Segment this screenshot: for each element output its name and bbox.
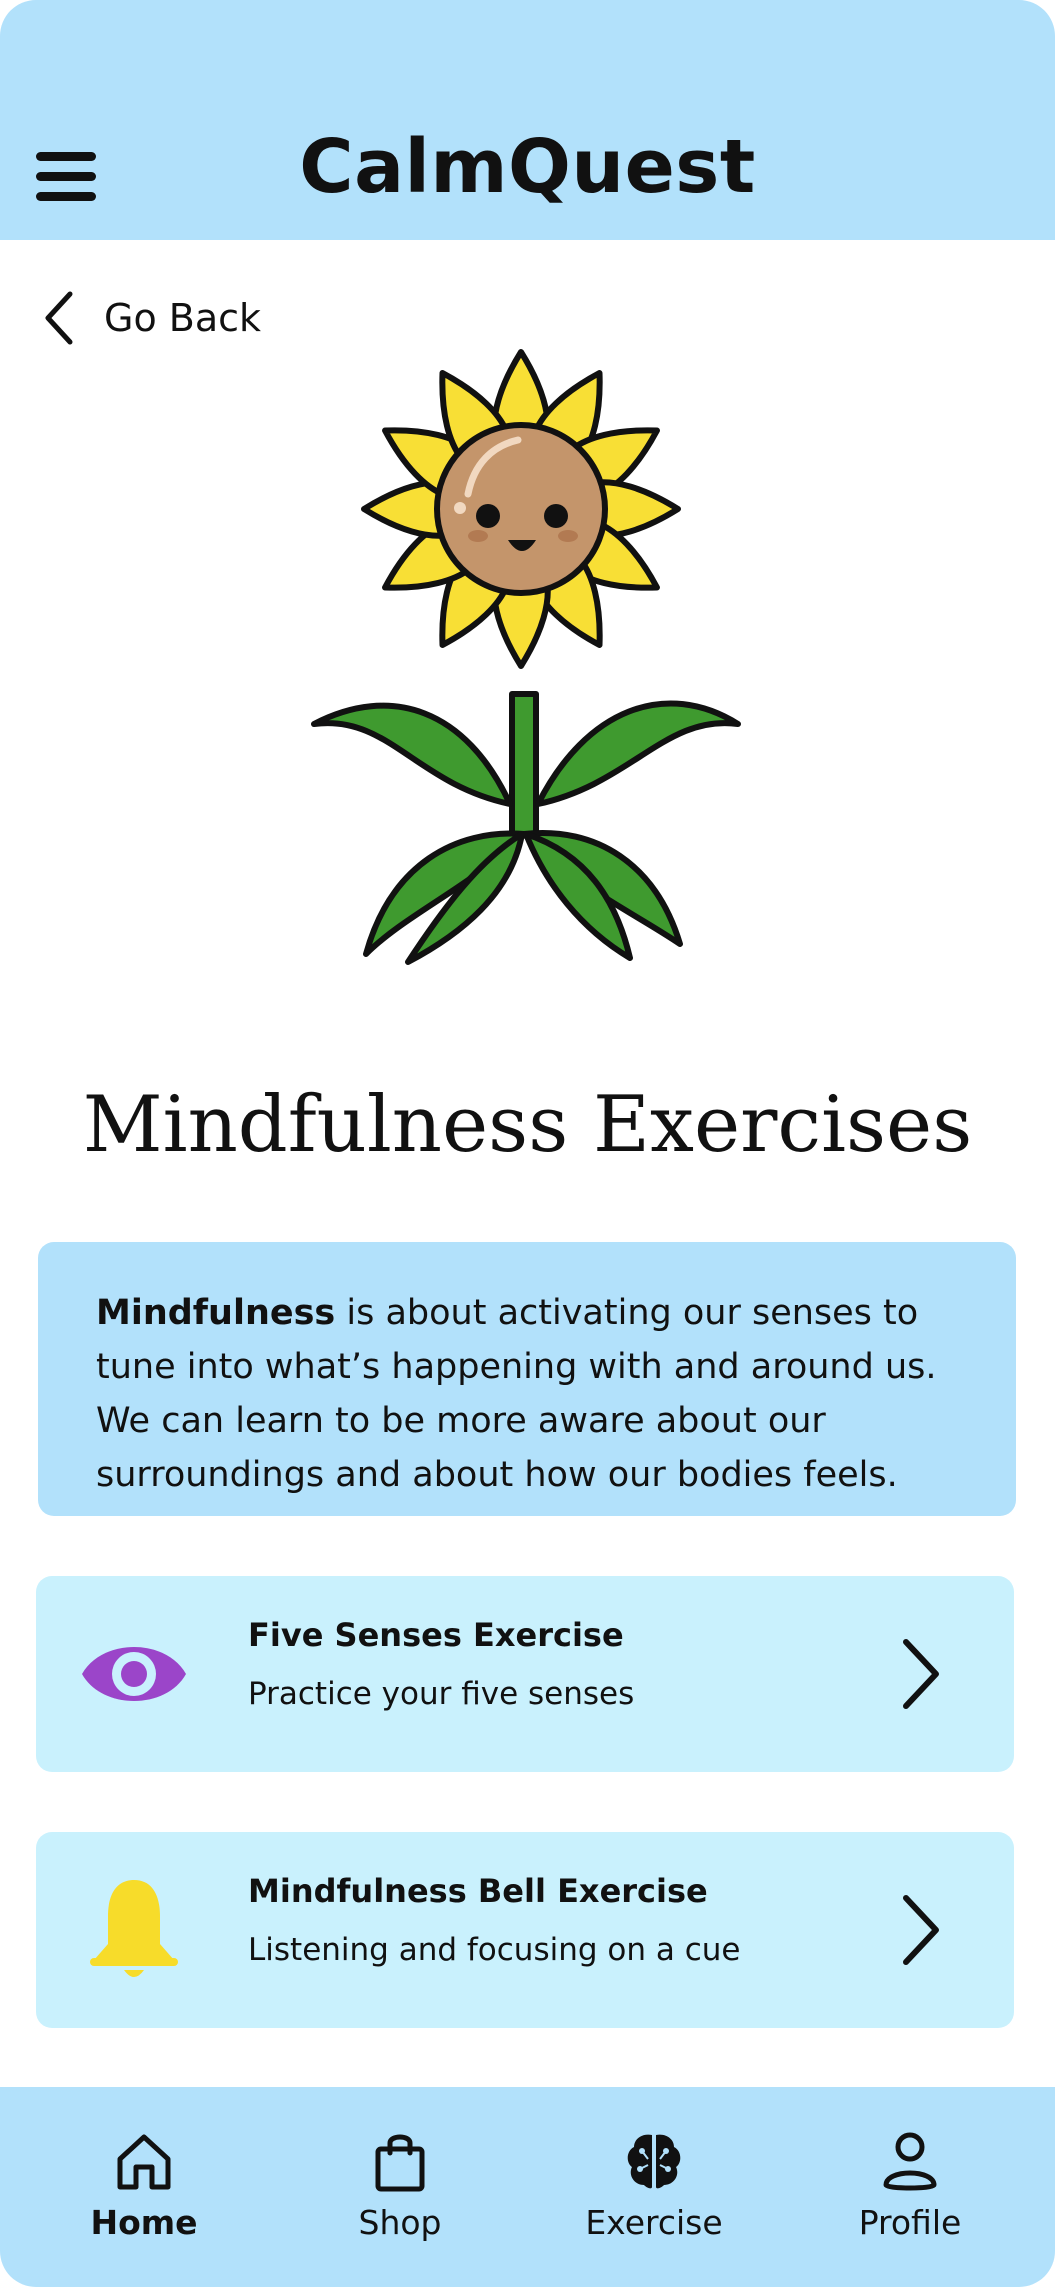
home-icon — [117, 2134, 171, 2190]
tab-shop[interactable]: Shop — [310, 2129, 490, 2269]
tab-label: Profile — [858, 2203, 962, 2242]
eye-icon — [82, 1647, 186, 1701]
user-icon — [883, 2132, 937, 2191]
go-back-label: Go Back — [104, 296, 262, 340]
tab-label: Exercise — [585, 2203, 723, 2242]
chevron-right-icon — [903, 1895, 939, 1965]
exercise-title: Mindfulness Bell Exercise — [248, 1872, 708, 1910]
info-bold-term: Mindfulness — [96, 1293, 336, 1333]
bottom-tab-bar: Home Shop Exercise Profile — [0, 2087, 1055, 2287]
app-header: CalmQuest — [0, 0, 1055, 240]
page-title: Mindfulness Exercises — [82, 1080, 973, 1170]
bell-icon — [90, 1880, 178, 1977]
tab-profile[interactable]: Profile — [820, 2129, 1000, 2269]
sunflower-illustration — [311, 349, 741, 965]
go-back-button[interactable]: Go Back — [40, 288, 261, 348]
app-screen: CalmQuest Go Back Mindfulness Exercises … — [0, 0, 1055, 2287]
mindfulness-info-card: Mindfulness is about activating our sens… — [38, 1242, 1016, 1516]
tab-label: Shop — [358, 2203, 442, 2242]
chevron-left-icon — [45, 291, 73, 345]
exercise-subtitle: Listening and focusing on a cue — [248, 1932, 741, 1968]
five-senses-exercise-card[interactable]: Five Senses Exercise Practice your five … — [36, 1576, 1014, 1772]
tab-label: Home — [90, 2203, 198, 2242]
exercise-subtitle: Practice your five senses — [248, 1676, 635, 1712]
tab-exercise[interactable]: Exercise — [564, 2129, 744, 2269]
shopping-bag-icon — [375, 2134, 425, 2192]
exercise-title: Five Senses Exercise — [248, 1616, 624, 1654]
chevron-right-icon — [903, 1639, 939, 1709]
app-title: CalmQuest — [299, 124, 756, 210]
tab-home[interactable]: Home — [54, 2129, 234, 2269]
mindfulness-bell-exercise-card[interactable]: Mindfulness Bell Exercise Listening and … — [36, 1832, 1014, 2028]
brain-icon — [627, 2134, 681, 2189]
